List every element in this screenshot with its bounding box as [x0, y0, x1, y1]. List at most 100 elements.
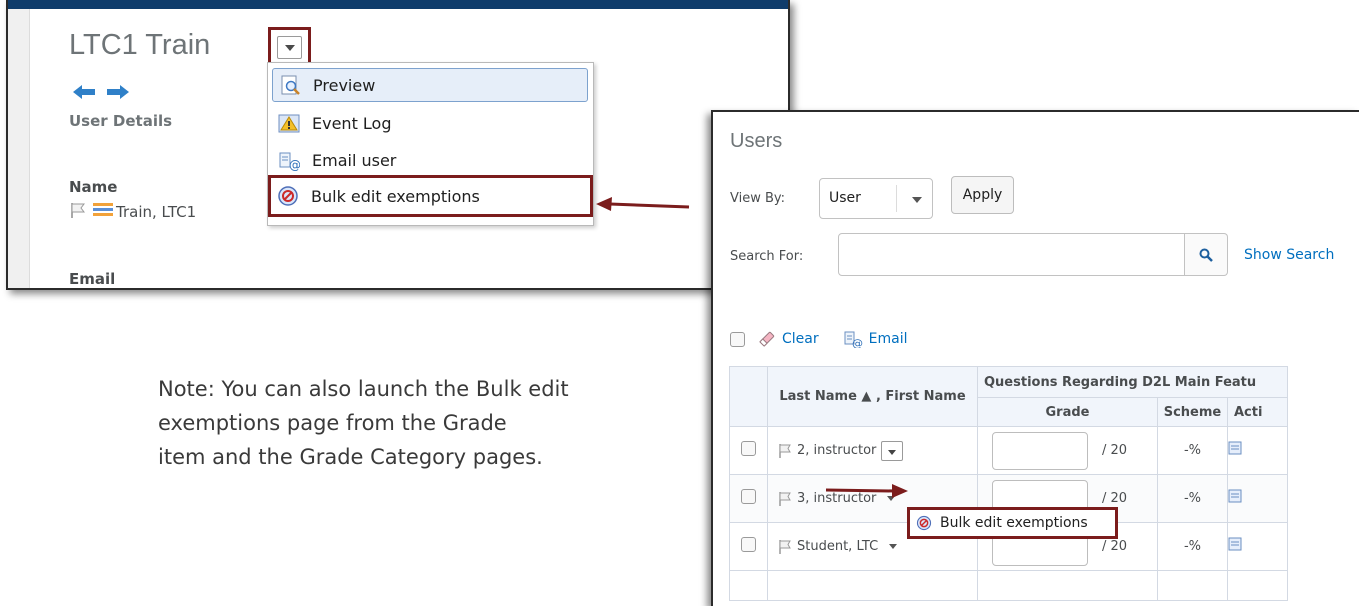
clear-button[interactable]: Clear [758, 330, 819, 348]
row-checkbox[interactable] [741, 441, 756, 456]
menu-item-label: Preview [313, 75, 376, 95]
comment-icon[interactable] [1228, 537, 1242, 553]
flag-icon[interactable] [69, 201, 87, 223]
flag-icon[interactable] [778, 539, 792, 555]
next-arrow-icon[interactable] [107, 85, 129, 99]
email-label: Email [69, 270, 116, 288]
nav-arrows [73, 84, 137, 100]
search-button[interactable] [1185, 233, 1228, 276]
table-row: 2, instructor / 20 -% [729, 426, 1288, 475]
select-column-header [729, 366, 768, 427]
table-row [729, 570, 1288, 601]
name-column-header[interactable]: Last Name ▲ , First Name [767, 366, 978, 427]
view-by-label: View By: [730, 191, 786, 206]
grade-item-header[interactable]: Questions Regarding D2L Main Featu [977, 366, 1288, 398]
action-cell [1227, 426, 1288, 475]
row-checkbox-cell [729, 522, 768, 571]
action-cell [1227, 570, 1288, 601]
email-icon: @ [844, 331, 863, 348]
email-button[interactable]: @ Email [843, 330, 908, 348]
context-menu: Preview Event Log @ Email user Bulk edit… [267, 62, 594, 226]
clear-label: Clear [782, 331, 819, 347]
scheme-cell: -% [1157, 522, 1228, 571]
row-checkbox-cell [729, 474, 768, 523]
row-menu-label: Bulk edit exemptions [940, 515, 1088, 531]
email-icon: @ [274, 149, 304, 171]
row-checkbox[interactable] [741, 489, 756, 504]
user-cell: 2, instructor [767, 426, 978, 475]
action-column-header: Acti [1227, 397, 1288, 427]
action-cell [1227, 474, 1288, 523]
search-label: Search For: [730, 249, 804, 264]
email-label: Email [868, 331, 908, 347]
chevron-down-icon[interactable] [881, 440, 904, 461]
user-name[interactable]: Train, LTC1 [116, 203, 196, 221]
menu-item-bulk-edit-exemptions[interactable]: Bulk edit exemptions [268, 175, 593, 217]
comment-icon[interactable] [1228, 441, 1242, 457]
preview-icon [275, 74, 305, 96]
scheme-cell [1157, 570, 1228, 601]
view-by-value: User [829, 190, 861, 206]
row-menu-item-bulk-edit-exemptions[interactable]: Bulk edit exemptions [907, 507, 1118, 539]
user-name: Student, LTC [797, 539, 879, 554]
pointer-arrow-icon [596, 197, 690, 211]
grade-max: / 20 [1102, 539, 1128, 554]
warning-icon [274, 112, 304, 134]
search-icon [1199, 248, 1213, 262]
row-checkbox[interactable] [741, 537, 756, 552]
menu-item-email-user[interactable]: @ Email user [272, 143, 588, 177]
row-checkbox-cell [729, 426, 768, 475]
note-line: exemptions page from the Grade [158, 411, 507, 435]
panel-title: Users [730, 130, 783, 152]
pointer-arrow-icon [826, 484, 908, 498]
grade-cell: / 20 [977, 426, 1158, 475]
grade-cell [977, 570, 1158, 601]
eraser-icon [759, 331, 775, 347]
menu-item-label: Email user [312, 150, 397, 170]
name-row: Train, LTC1 [69, 201, 196, 223]
view-by-select[interactable]: User [819, 178, 933, 219]
grades-icon [92, 201, 114, 223]
menu-item-label: Event Log [312, 113, 392, 133]
note-line: Note: You can also launch the Bulk edit [158, 377, 569, 401]
grade-max: / 20 [1102, 443, 1128, 458]
action-bar: Clear @ Email [730, 328, 907, 350]
chevron-down-icon[interactable] [889, 544, 898, 549]
nav-stripe [8, 9, 30, 288]
svg-text:@: @ [289, 158, 300, 171]
page-title: LTC1 Train [69, 29, 211, 61]
scheme-cell: -% [1157, 474, 1228, 523]
chevron-down-icon[interactable] [277, 36, 302, 59]
select-divider [896, 185, 897, 212]
scheme-column-header: Scheme [1157, 397, 1228, 427]
menu-item-preview[interactable]: Preview [272, 68, 588, 102]
action-cell [1227, 522, 1288, 571]
select-all-checkbox[interactable] [730, 331, 745, 347]
header-bar [8, 0, 788, 9]
exempt-icon [916, 515, 932, 531]
user-details-heading: User Details [69, 112, 173, 130]
grades-table: Last Name ▲ , First Name Questions Regar… [729, 366, 1288, 601]
previous-arrow-icon[interactable] [73, 85, 95, 99]
note-line: item and the Grade Category pages. [158, 445, 543, 469]
scheme-cell: -% [1157, 426, 1228, 475]
search-input[interactable] [838, 233, 1185, 276]
menu-item-event-log[interactable]: Event Log [272, 106, 588, 140]
flag-icon[interactable] [778, 491, 792, 507]
grade-input[interactable] [992, 431, 1088, 470]
menu-item-label: Bulk edit exemptions [311, 186, 480, 206]
grade-column-header: Grade [977, 397, 1158, 427]
grade-max: / 20 [1102, 491, 1128, 506]
apply-button[interactable]: Apply [951, 176, 1014, 214]
note-text: Note: You can also launch the Bulk edit … [158, 372, 698, 474]
show-search-options-link[interactable]: Show Search [1244, 247, 1334, 263]
name-label: Name [69, 178, 118, 196]
svg-text:@: @ [852, 337, 863, 348]
flag-icon[interactable] [778, 443, 792, 459]
user-name: 2, instructor [797, 443, 877, 458]
user-cell [767, 570, 978, 601]
user-details-panel: LTC1 Train User Details Name Train, LTC1 [6, 0, 790, 290]
row-checkbox-cell [729, 570, 768, 601]
comment-icon[interactable] [1228, 489, 1242, 505]
chevron-down-icon [912, 197, 922, 203]
